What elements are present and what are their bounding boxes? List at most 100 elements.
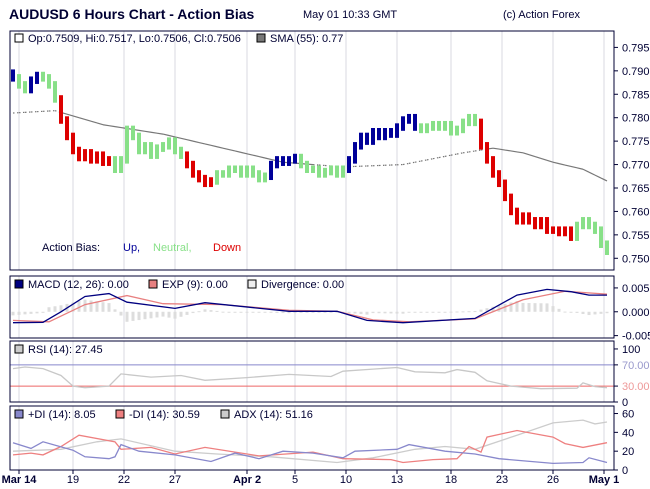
price-bar [89,149,93,164]
price-bar [113,156,117,173]
divergence-bar [263,311,267,313]
sma-segment [186,139,194,142]
sma-segment [192,140,200,144]
sma-segment [84,118,92,122]
price-bar [179,146,183,159]
divergence-bar [275,311,279,313]
price-bar [137,132,141,155]
divergence-bar [563,311,567,313]
price-bar [239,165,243,178]
price-bar [347,156,351,173]
y-tick-label: 40 [622,427,634,439]
price-bar [581,217,585,230]
price-bar [257,170,261,183]
divergence-bar [593,311,597,315]
divergence-legend-swatch [247,279,257,289]
y-tick-label: 0.775 [622,136,650,148]
price-bar [95,151,99,164]
price-bar [161,142,165,152]
divergence-bar [527,303,531,312]
sma-segment [90,120,98,124]
sma-segment [594,174,602,179]
sma-segment [252,154,260,158]
divergence-bar [437,311,441,313]
divergence-bar [371,311,375,314]
price-bar [245,165,249,178]
y-tick-label: 0.000 [622,307,650,319]
sma-segment [546,159,554,163]
price-bar [491,156,495,178]
price-bar [569,226,573,241]
price-bar [47,74,51,89]
sma-segment [456,152,464,155]
price-bar [215,170,219,185]
x-tick-label: 5 [292,474,298,486]
x-tick-label: 22 [118,474,130,486]
adx-line [12,419,608,464]
x-tick-label: 18 [445,474,457,486]
divergence-bar [353,311,357,314]
y-tick-label: 0.770 [622,160,650,172]
price-bar [413,113,417,131]
price-bar [389,128,393,138]
divergence-bar [17,311,21,315]
sma-segment [198,141,206,145]
divergence-bar [143,311,147,320]
divergence-legend: Divergence: 0.00 [261,279,344,291]
chart-canvas: 0.795 0.790 0.785 0.780 0.775 0.770 0.765 0.760… [2,30,650,486]
price-bar [209,177,213,188]
price-bar [287,156,291,166]
sma-segment [180,137,188,141]
sma-segment [222,147,230,151]
price-bar [437,120,441,131]
divergence-bar [35,311,39,314]
price-bar [311,165,315,173]
sma-segment [462,151,470,154]
sma-segment [144,130,152,133]
price-bar [155,144,159,159]
sma-segment [498,148,506,151]
divergence-bar [245,311,249,313]
sma-segment [540,157,548,161]
bias-legend-down: Down [213,242,241,254]
price-bar [191,160,195,178]
price-bar [23,81,27,94]
price-bar [599,226,603,248]
price-bar [221,170,225,178]
divergence-bar [125,311,129,322]
sma-segment [402,162,410,166]
price-bar [509,193,513,216]
divergence-bar [521,302,525,312]
divergence-bar [407,311,411,313]
price-bar [317,165,321,178]
price-bar [359,132,363,150]
price-bar [17,74,21,89]
divergence-bar [569,311,573,313]
ohlc-legend-swatch [14,33,24,43]
sma-segment [246,153,254,156]
sma-segment [474,149,482,152]
price-bar [143,142,147,155]
price-bar [329,165,333,176]
divergence-bar [113,309,117,312]
price-bar [515,207,519,225]
price-bar [335,165,339,178]
bias-legend-neutral: Neutral, [153,242,192,254]
divergence-bar [29,311,33,314]
sma-segment [72,115,80,119]
sma-segment [444,154,452,157]
y-tick-label: 0 [622,397,628,409]
sma-segment [558,163,566,166]
price-bar [131,125,135,141]
divergence-bar [185,311,189,315]
sma-segment [492,147,500,150]
price-bar [323,167,327,178]
price-bar [503,179,507,202]
sma-segment [168,134,176,138]
y-tick-label: 20 [622,446,634,458]
divergence-bar [419,311,423,313]
x-tick-label: 27 [169,474,181,486]
price-bar [119,156,123,173]
price-bar [173,137,177,155]
price-bar [371,128,375,145]
